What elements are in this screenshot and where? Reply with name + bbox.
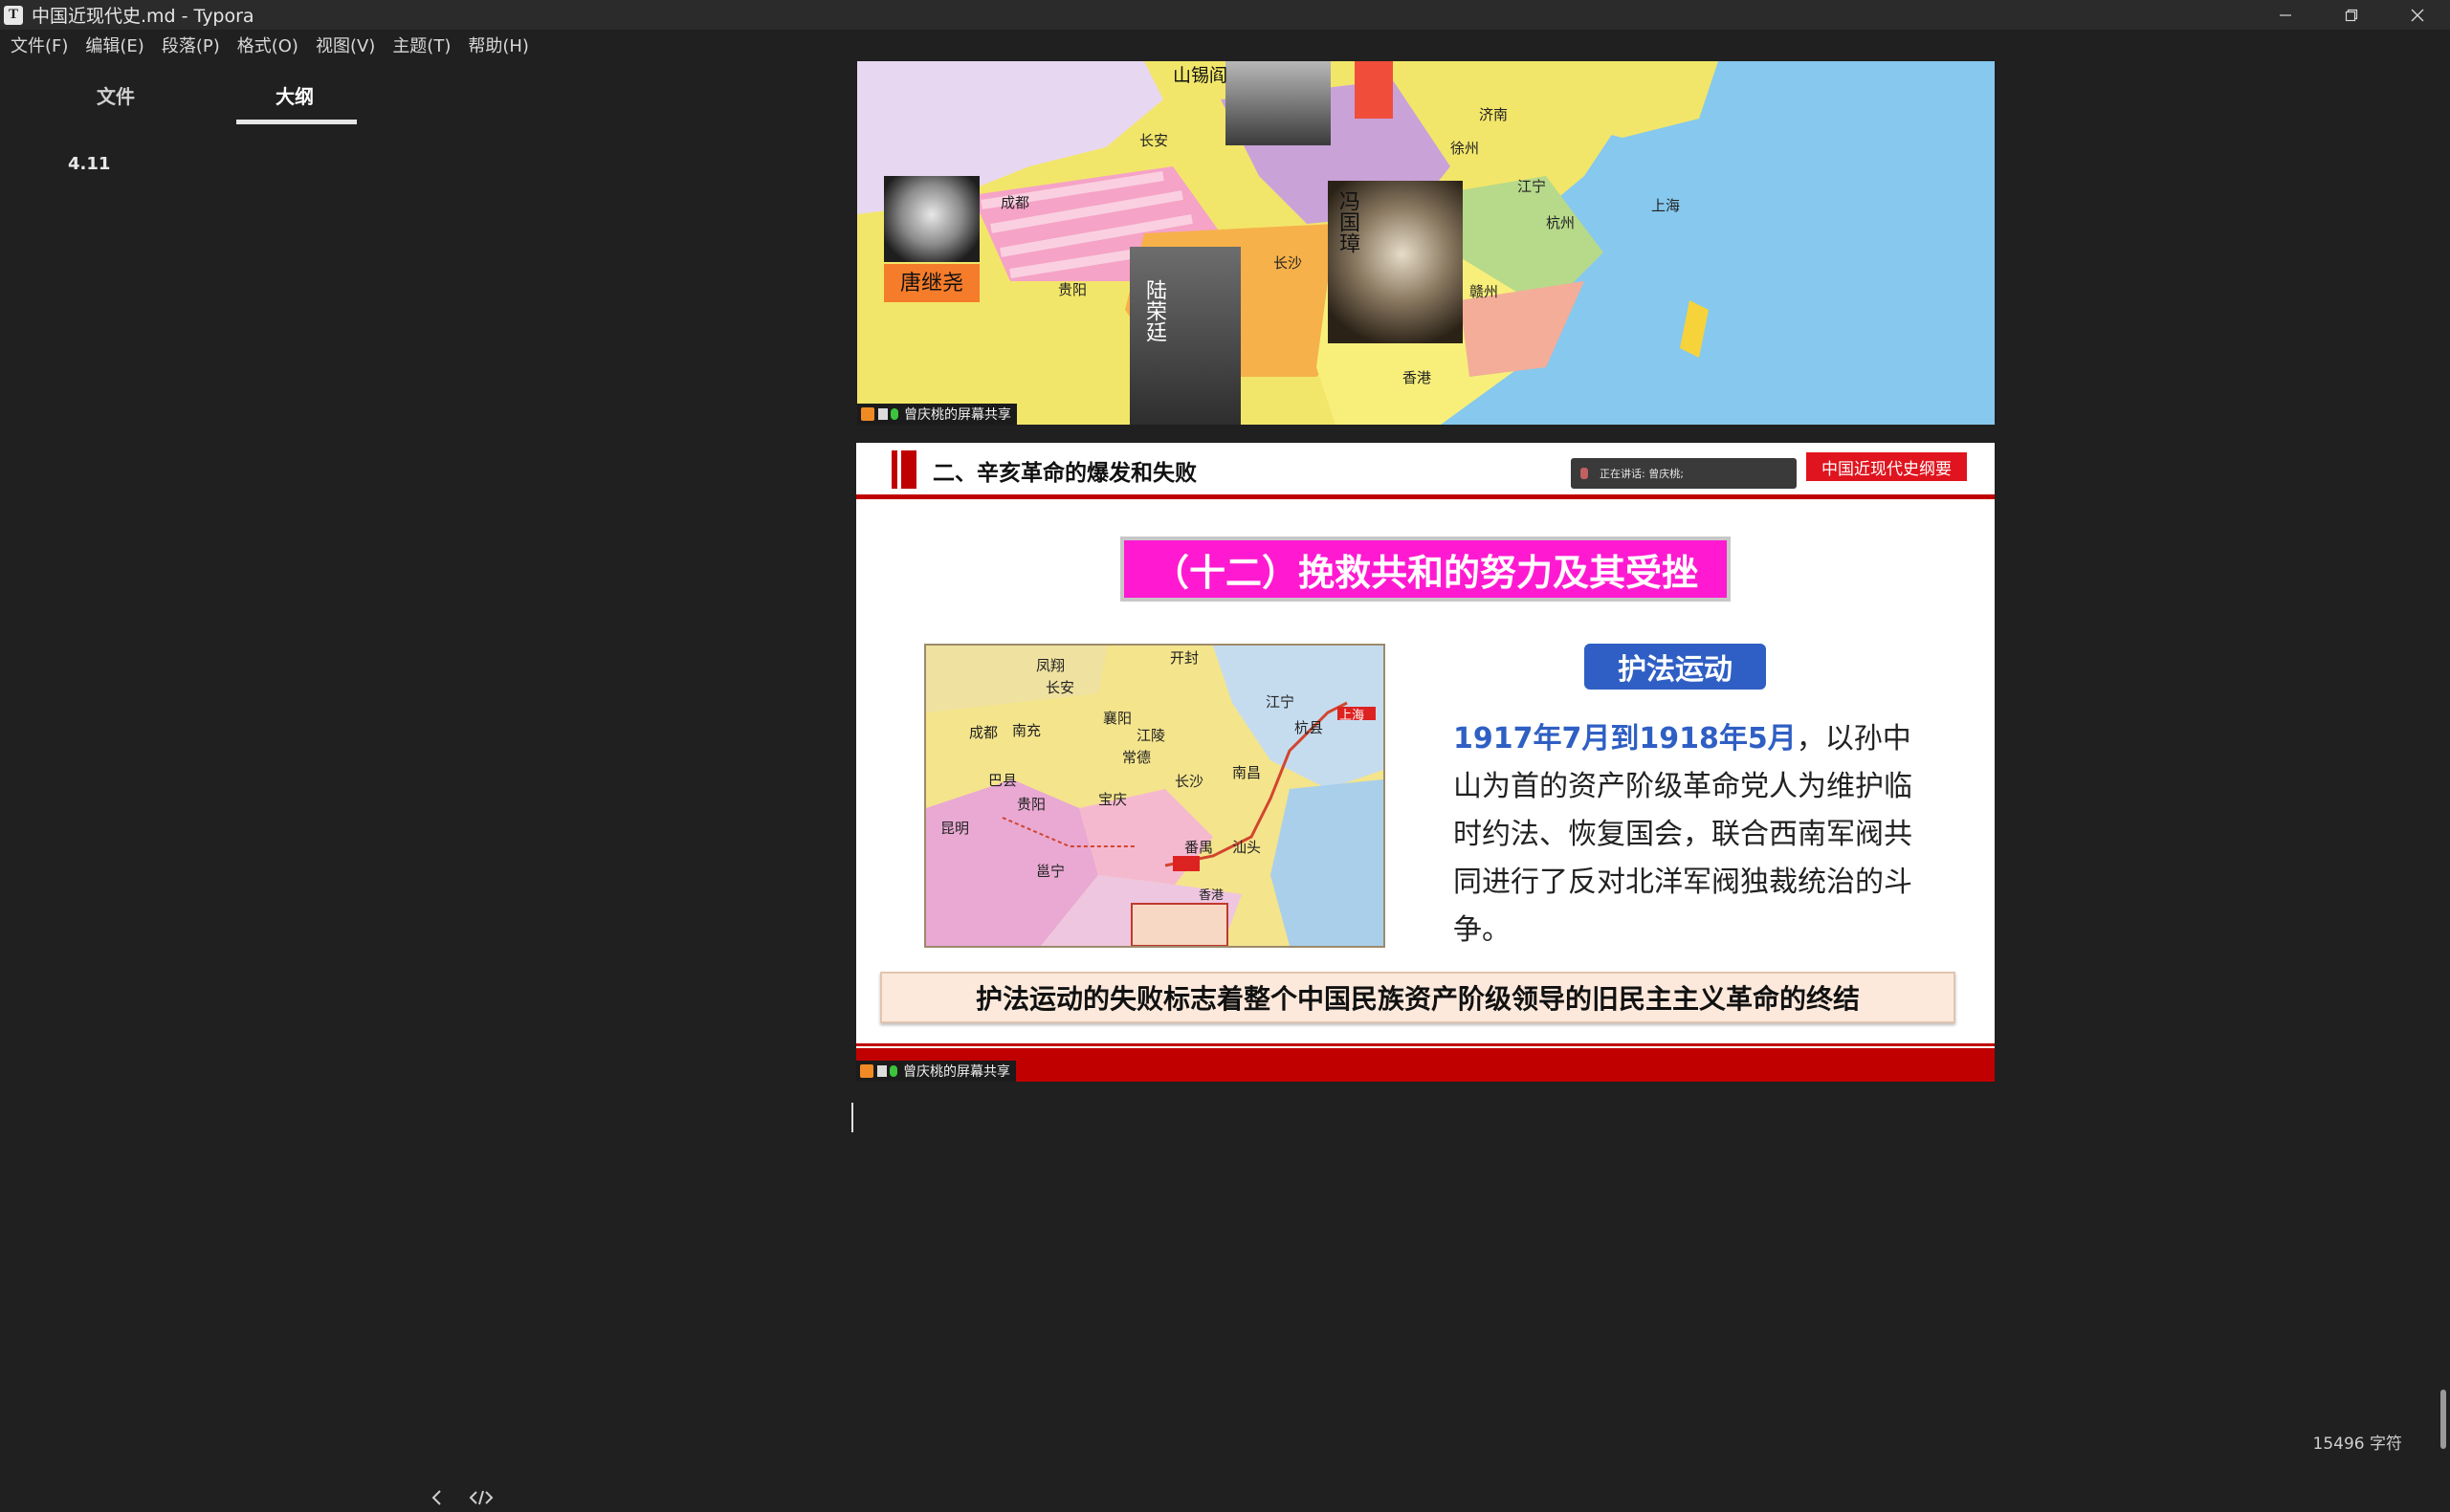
screen-icon [878,408,888,420]
scrollbar-thumb[interactable] [2440,1390,2446,1449]
tab-outline[interactable]: 大纲 [276,81,314,109]
speaking-label: 正在讲话: 曾庆桃; [1600,468,1684,480]
body-paragraph: ，以孙中山为首的资产阶级革命党人为维护临时约法、恢复国会，联合西南军阀共同进行了… [1453,722,1912,947]
course-tag: 中国近现代史纲要 [1806,452,1967,481]
map-city-label: 江陵 [1137,727,1166,744]
topic-badge: 护法运动 [1584,644,1766,690]
map-city-label: 江宁 [1517,178,1547,195]
screen-icon [877,1065,887,1077]
menu-file[interactable]: 文件(F) [2,33,77,57]
header-divider [856,494,1995,499]
map-city-label: 开封 [1170,649,1200,667]
embedded-image-lecture-slide[interactable]: 二、辛亥革命的爆发和失败 正在讲话: 曾庆桃; 中国近现代史纲要 （十二）挽救共… [856,443,1995,1082]
map-city-label: 上海 [1339,709,1365,723]
map-city-label: 长沙 [1175,773,1204,790]
screen-share-label: 曾庆桃的屏幕共享 [904,407,1011,423]
chevron-left-icon [431,1490,441,1505]
menu-bar: 文件(F) 编辑(E) 段落(P) 格式(O) 视图(V) 主题(T) 帮助(H… [0,30,2450,60]
microphone-icon [890,1065,897,1077]
map-city-label: 长安 [1046,679,1075,696]
close-button[interactable] [2384,0,2450,30]
map-city-label: 昆明 [940,820,970,837]
window-title: 中国近现代史.md - Typora [32,6,254,27]
map-city-label: 常德 [1122,749,1152,766]
map-city-label: 南充 [1012,722,1042,739]
speaking-indicator: 正在讲话: 曾庆桃; [1571,458,1797,489]
map-city-label: 贵阳 [1017,796,1047,813]
footer-divider [856,1043,1995,1046]
title-bar: T 中国近现代史.md - Typora [0,0,2450,30]
map-city-label: 邕宁 [1036,863,1066,880]
sidebar: 文件 大纲 4.11 [0,60,494,1505]
menu-format[interactable]: 格式(O) [229,33,307,57]
code-icon [469,1490,494,1505]
header-accent-bar [901,450,916,489]
menu-paragraph[interactable]: 段落(P) [153,33,229,57]
text-cursor[interactable] [851,1103,853,1132]
map-city-label: 济南 [1479,106,1509,123]
embedded-image-warlord-map[interactable]: 唐继尧 陆荣廷 冯国璋 山锡阎 成都 长安 长沙 贵阳 济南 上海 杭州 徐州 … [857,61,1995,425]
slide-header: 二、辛亥革命的爆发和失败 正在讲话: 曾庆桃; 中国近现代史纲要 [856,443,1995,494]
microphone-icon [891,408,898,420]
portrait-caption-lu: 陆荣廷 [1143,279,1167,342]
portrait-caption-shan: 山锡阎 [1173,66,1228,86]
window-controls [2252,0,2450,30]
map-city-label: 成都 [969,724,999,741]
map-city-label: 贵阳 [1058,281,1088,298]
map-city-label: 杭州 [1546,214,1576,231]
restore-button[interactable] [2318,0,2384,30]
map-graphic [926,646,1383,946]
menu-edit[interactable]: 编辑(E) [77,33,152,57]
protect-constitution-map: 凤翔 长安 开封 襄阳 江陵 成都 南充 巴县 常德 长沙 南昌 宝庆 贵阳 昆… [924,644,1385,948]
active-tab-indicator [236,120,357,124]
map-city-label: 南昌 [1232,764,1262,781]
slide-body-text: 1917年7月到1918年5月，以孙中山为首的资产阶级革命党人为维护临时约法、恢… [1453,715,1912,954]
source-code-mode-button[interactable] [469,1488,494,1512]
map-city-label: 香港 [1199,888,1225,903]
microphone-icon [1580,468,1588,479]
screen-share-tag: 曾庆桃的屏幕共享 [857,404,1017,425]
menu-view[interactable]: 视图(V) [307,33,384,57]
date-highlight: 1917年7月到1918年5月 [1453,722,1797,756]
toggle-sidebar-button[interactable] [430,1488,444,1512]
map-city-label: 番禺 [1184,839,1214,856]
map-city-label: 长安 [1139,132,1169,149]
map-city-label: 巴县 [988,772,1018,789]
person-icon [861,407,874,421]
map-city-label: 长沙 [1273,254,1303,272]
minimize-button[interactable] [2252,0,2318,30]
screen-share-label: 曾庆桃的屏幕共享 [903,1064,1010,1080]
map-city-label: 上海 [1651,197,1681,214]
map-city-label: 江宁 [1266,693,1295,711]
map-city-label: 赣州 [1469,283,1499,300]
restore-icon [2345,9,2357,21]
person-icon [860,1064,873,1078]
menu-help[interactable]: 帮助(H) [459,33,538,57]
close-icon [2411,9,2423,21]
portrait-caption-tang: 唐继尧 [899,271,963,295]
map-city-label: 汕头 [1232,839,1262,856]
map-city-label: 成都 [1001,194,1030,211]
map-city-label: 香港 [1402,369,1432,386]
menu-theme[interactable]: 主题(T) [384,33,459,57]
word-count[interactable]: 15496 字符 [2313,1430,2402,1454]
slide-footer [856,1048,1995,1082]
map-city-label: 襄阳 [1103,710,1133,727]
header-accent-bar [892,450,897,489]
portrait-tang-image [884,176,980,262]
slide-section-title: 二、辛亥革命的爆发和失败 [933,461,1197,486]
outline-item[interactable]: 4.11 [68,154,110,174]
typora-app-icon: T [4,5,23,25]
map-city-label: 徐州 [1450,140,1480,157]
map-city-label: 杭县 [1294,719,1324,736]
conclusion-note: 护法运动的失败标志着整个中国民族资产阶级领导的旧民主主义革命的终结 [880,972,1955,1023]
minimize-icon [2279,13,2291,16]
map-city-label: 凤翔 [1036,657,1066,674]
slide-title: （十二）挽救共和的努力及其受挫 [1120,537,1731,602]
portrait-shan [1225,61,1331,145]
tab-files[interactable]: 文件 [97,81,135,109]
screen-share-tag: 曾庆桃的屏幕共享 [856,1061,1016,1082]
map-city-label: 宝庆 [1098,791,1128,808]
portrait-caption-feng: 冯国璋 [1336,190,1360,253]
